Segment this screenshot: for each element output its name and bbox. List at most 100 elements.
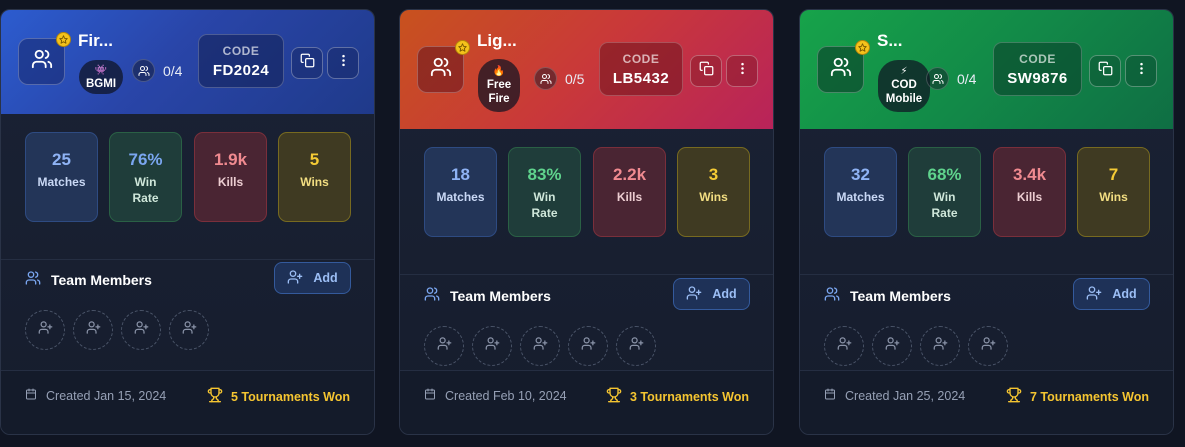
calendar-icon	[824, 388, 836, 403]
stat-label: Win Rate	[531, 190, 558, 220]
team-avatar	[817, 40, 870, 93]
user-plus-icon	[437, 336, 452, 356]
stat-kills: 3.4k Kills	[993, 147, 1066, 237]
add-member-button[interactable]: Add	[1073, 278, 1150, 310]
tournaments-won-text: 3 Tournaments Won	[630, 389, 749, 404]
game-icon: ⚡	[900, 66, 908, 77]
stat-label: Wins	[300, 175, 329, 189]
add-button-label: Add	[1112, 287, 1137, 301]
created-date: Created Jan 15, 2024	[25, 388, 166, 403]
stat-value: 68%	[927, 165, 962, 184]
empty-member-slot[interactable]	[520, 326, 560, 366]
star-icon	[855, 40, 870, 55]
empty-member-slot[interactable]	[472, 326, 512, 366]
stat-matches: 25 Matches	[25, 132, 98, 222]
stat-label: Win Rate	[931, 190, 958, 220]
copy-code-button[interactable]	[690, 55, 722, 87]
empty-member-slot[interactable]	[824, 326, 864, 366]
user-plus-icon	[533, 336, 548, 356]
member-count-value: 0/4	[957, 70, 977, 87]
empty-member-slot[interactable]	[920, 326, 960, 366]
trophy-icon	[1006, 387, 1022, 406]
empty-member-slot[interactable]	[424, 326, 464, 366]
stat-label: Wins	[699, 190, 728, 204]
empty-member-slot[interactable]	[169, 310, 209, 350]
team-avatar	[18, 32, 71, 85]
calendar-icon	[424, 388, 436, 403]
team-name: S...	[877, 31, 903, 50]
stat-value: 18	[451, 165, 470, 184]
stat-value: 3.4k	[1012, 165, 1047, 184]
stat-wins: 7 Wins	[1077, 147, 1150, 237]
card-header: S... ⚡ COD Mobile 0/4 CODE SW9876	[800, 10, 1173, 129]
team-members-title: Team Members	[850, 287, 951, 304]
member-count: 0/4	[926, 67, 976, 90]
game-icon: 👾	[94, 65, 108, 76]
stat-value: 3	[708, 165, 719, 184]
stat-value: 1.9k	[213, 150, 248, 169]
card-footer: Created Jan 15, 2024 5 Tournaments Won	[1, 370, 374, 434]
empty-member-slot[interactable]	[568, 326, 608, 366]
stat-value: 32	[851, 165, 870, 184]
team-card: S... ⚡ COD Mobile 0/4 CODE SW9876 32 Mat…	[799, 9, 1174, 435]
stat-matches: 32 Matches	[824, 147, 897, 237]
team-name: Fir...	[78, 31, 113, 50]
copy-icon	[1098, 61, 1113, 81]
stat-label: Matches	[436, 190, 485, 204]
team-name: Lig...	[477, 31, 517, 50]
tournaments-won: 3 Tournaments Won	[606, 387, 749, 406]
user-plus-icon	[885, 336, 900, 356]
code-value: LB5432	[612, 69, 670, 87]
game-badge: ⚡ COD Mobile	[878, 60, 930, 112]
add-member-button[interactable]: Add	[673, 278, 750, 310]
member-count-value: 0/4	[163, 62, 183, 79]
user-plus-icon	[629, 336, 644, 356]
member-slots	[424, 326, 656, 366]
game-badge: 👾 BGMI	[79, 60, 123, 94]
user-plus-icon	[837, 336, 852, 356]
empty-member-slot[interactable]	[968, 326, 1008, 366]
team-avatar	[417, 40, 470, 93]
copy-code-button[interactable]	[1089, 55, 1121, 87]
copy-code-button[interactable]	[291, 47, 323, 79]
tournaments-won: 5 Tournaments Won	[207, 387, 350, 406]
more-options-button[interactable]	[726, 55, 758, 87]
stat-value: 76%	[128, 150, 163, 169]
empty-member-slot[interactable]	[73, 310, 113, 350]
users-icon	[824, 286, 840, 305]
stat-value: 25	[52, 150, 71, 169]
stat-label: Kills	[217, 175, 244, 189]
more-vertical-icon	[735, 61, 750, 81]
user-plus-icon	[933, 336, 948, 356]
empty-member-slot[interactable]	[121, 310, 161, 350]
calendar-icon	[25, 388, 37, 403]
created-text: Created Jan 15, 2024	[46, 388, 167, 403]
more-options-button[interactable]	[1125, 55, 1157, 87]
users-icon	[926, 67, 949, 90]
user-plus-icon	[581, 336, 596, 356]
member-slots	[824, 326, 1008, 366]
created-text: Created Feb 10, 2024	[445, 388, 567, 403]
empty-member-slot[interactable]	[616, 326, 656, 366]
team-card: Lig... 🔥 Free Fire 0/5 CODE LB5432 18 Ma…	[399, 9, 774, 435]
stat-value: 83%	[527, 165, 562, 184]
stat-win-rate: 83% Win Rate	[508, 147, 581, 237]
user-plus-icon	[38, 320, 53, 340]
more-options-button[interactable]	[327, 47, 359, 79]
stat-label: Kills	[616, 190, 643, 204]
card-footer: Created Jan 25, 2024 7 Tournaments Won	[800, 370, 1173, 434]
stat-win-rate: 76% Win Rate	[109, 132, 182, 222]
created-date: Created Jan 25, 2024	[824, 388, 965, 403]
stat-label: Wins	[1099, 190, 1128, 204]
empty-member-slot[interactable]	[25, 310, 65, 350]
member-slots	[25, 310, 209, 350]
add-member-button[interactable]: Add	[274, 262, 351, 294]
created-date: Created Feb 10, 2024	[424, 388, 567, 403]
card-header: Lig... 🔥 Free Fire 0/5 CODE LB5432	[400, 10, 773, 129]
team-card: Fir... 👾 BGMI 0/4 CODE FD2024 25 Matches…	[0, 9, 375, 435]
stats-grid: 25 Matches 76% Win Rate 1.9k Kills 5 Win…	[1, 114, 374, 260]
stat-wins: 3 Wins	[677, 147, 750, 237]
stats-grid: 32 Matches 68% Win Rate 3.4k Kills 7 Win…	[800, 129, 1173, 275]
empty-member-slot[interactable]	[872, 326, 912, 366]
add-button-label: Add	[313, 271, 338, 285]
